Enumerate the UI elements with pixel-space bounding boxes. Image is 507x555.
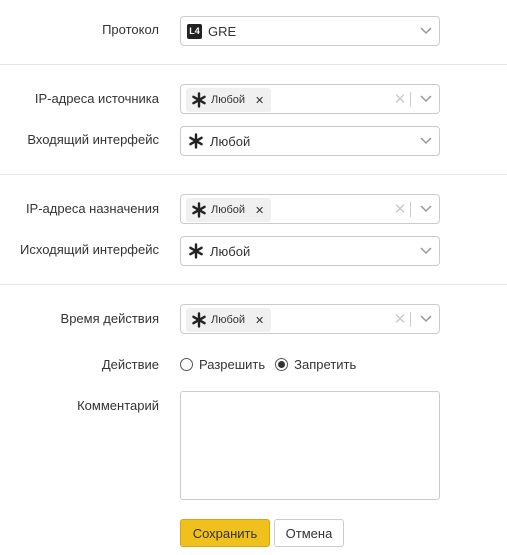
- l4-badge-icon: L4: [187, 24, 202, 39]
- time-tag: Любой ✕: [186, 308, 272, 332]
- radio-deny-circle[interactable]: [275, 358, 289, 371]
- incoming-iface-label: Входящий интерфейс: [27, 132, 159, 147]
- chevron-down-icon[interactable]: [413, 195, 439, 223]
- comment-label: Комментарий: [77, 398, 159, 413]
- clear-icon[interactable]: ✕: [391, 85, 409, 113]
- chevron-down-icon[interactable]: [413, 305, 439, 333]
- chevron-down-icon[interactable]: [413, 85, 439, 113]
- outgoing-iface-label: Исходящий интерфейс: [20, 242, 159, 257]
- source-ip-tag-text: Любой: [211, 94, 246, 106]
- section-divider: [0, 174, 507, 175]
- outgoing-iface-value: Любой: [210, 243, 251, 259]
- close-icon[interactable]: ✕: [255, 204, 264, 217]
- section-divider: [0, 64, 507, 65]
- cancel-button[interactable]: Отмена: [274, 519, 344, 547]
- time-tag-text: Любой: [211, 314, 246, 326]
- protocol-select[interactable]: L4 GRE: [180, 16, 440, 46]
- outgoing-iface-select[interactable]: Любой: [180, 236, 440, 266]
- comment-textarea[interactable]: [180, 391, 440, 500]
- clear-icon[interactable]: ✕: [391, 305, 409, 333]
- time-select[interactable]: Любой ✕ ✕: [180, 304, 440, 334]
- select-divider: [410, 92, 411, 107]
- dest-ip-tag-text: Любой: [211, 204, 246, 216]
- radio-allow[interactable]: Разрешить: [180, 357, 265, 372]
- chevron-down-icon[interactable]: [413, 17, 439, 45]
- select-divider: [410, 312, 411, 327]
- asterisk-icon: [189, 133, 203, 149]
- radio-deny[interactable]: Запретить: [275, 357, 356, 372]
- incoming-iface-value: Любой: [210, 133, 251, 149]
- close-icon[interactable]: ✕: [255, 314, 264, 327]
- radio-allow-label: Разрешить: [199, 357, 266, 372]
- dest-ip-label: IP-адреса назначения: [25, 201, 159, 216]
- protocol-label: Протокол: [102, 22, 159, 37]
- asterisk-icon: [192, 202, 206, 218]
- asterisk-icon: [192, 312, 206, 328]
- save-button[interactable]: Сохранить: [180, 519, 270, 547]
- time-label: Время действия: [60, 311, 159, 326]
- chevron-down-icon[interactable]: [413, 127, 439, 155]
- incoming-iface-select[interactable]: Любой: [180, 126, 440, 156]
- asterisk-icon: [189, 243, 203, 259]
- protocol-value: GRE: [208, 24, 237, 39]
- asterisk-icon: [192, 92, 206, 108]
- source-ip-select[interactable]: Любой ✕ ✕: [180, 84, 440, 114]
- radio-deny-label: Запретить: [294, 357, 357, 372]
- section-divider: [0, 284, 507, 285]
- source-ip-label: IP-адреса источника: [34, 91, 159, 106]
- dest-ip-select[interactable]: Любой ✕ ✕: [180, 194, 440, 224]
- clear-icon[interactable]: ✕: [391, 195, 409, 223]
- close-icon[interactable]: ✕: [255, 94, 264, 107]
- select-divider: [410, 202, 411, 217]
- radio-allow-circle[interactable]: [180, 358, 193, 371]
- source-ip-tag: Любой ✕: [186, 88, 272, 112]
- chevron-down-icon[interactable]: [413, 237, 439, 265]
- dest-ip-tag: Любой ✕: [186, 198, 272, 222]
- action-label: Действие: [101, 357, 159, 372]
- action-radio-group: Разрешить Запретить: [180, 357, 366, 372]
